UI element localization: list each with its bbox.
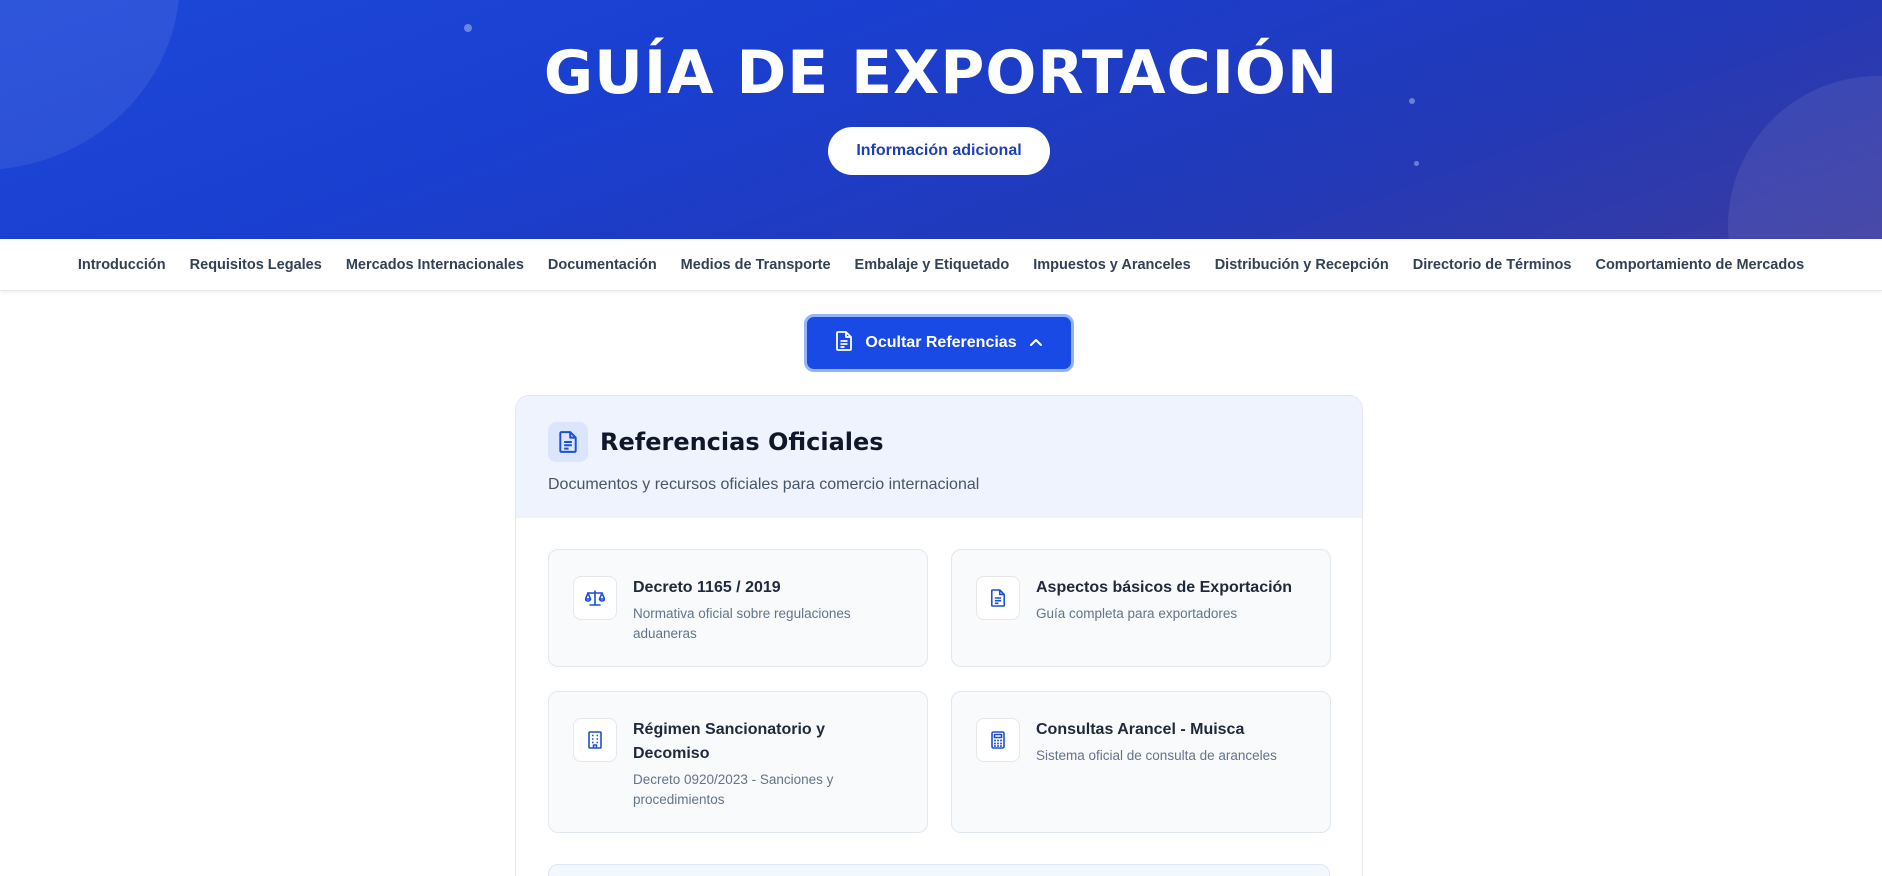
additional-info-button[interactable]: Información adicional <box>828 127 1050 175</box>
reference-title: Decreto 1165 / 2019 <box>633 579 781 596</box>
page-title: GUÍA DE EXPORTACIÓN <box>543 38 1339 108</box>
reference-title: Aspectos básicos de Exportación <box>1036 579 1293 596</box>
reference-title: Régimen Sancionatorio y Decomiso <box>633 721 826 762</box>
toggle-label: Ocultar Referencias <box>865 334 1017 351</box>
nav-item-requisitos-legales[interactable]: Requisitos Legales <box>190 257 322 273</box>
nav-item-documentacion[interactable]: Documentación <box>548 257 657 273</box>
reference-description: Normativa oficial sobre regulaciones adu… <box>633 606 851 641</box>
nav-item-medios-transporte[interactable]: Medios de Transporte <box>681 257 831 273</box>
main-nav: Introducción Requisitos Legales Mercados… <box>0 239 1882 291</box>
chevron-up-icon <box>1029 334 1043 352</box>
references-header: Referencias Oficiales Documentos y recur… <box>516 396 1362 518</box>
scale-icon <box>573 576 617 620</box>
decorative-dot <box>464 24 472 32</box>
nav-item-mercados-internacionales[interactable]: Mercados Internacionales <box>346 257 524 273</box>
nav-item-comportamiento-mercados[interactable]: Comportamiento de Mercados <box>1595 257 1804 273</box>
nav-item-embalaje-etiquetado[interactable]: Embalaje y Etiquetado <box>855 257 1010 273</box>
next-section-edge <box>548 864 1330 876</box>
nav-item-distribucion-recepcion[interactable]: Distribución y Recepción <box>1215 257 1389 273</box>
references-title: Referencias Oficiales <box>600 428 884 456</box>
decorative-dot <box>1414 161 1419 166</box>
toggle-references-button[interactable]: Ocultar Referencias <box>804 314 1074 372</box>
calculator-icon <box>976 718 1020 762</box>
reference-card-decreto-1165[interactable]: Decreto 1165 / 2019 Normativa oficial so… <box>548 549 928 667</box>
nav-item-directorio-terminos[interactable]: Directorio de Términos <box>1413 257 1572 273</box>
reference-card-aspectos-basicos[interactable]: Aspectos básicos de Exportación Guía com… <box>951 549 1331 667</box>
building-icon <box>573 718 617 762</box>
reference-title: Consultas Arancel - Muisca <box>1036 721 1245 738</box>
hero-banner: GUÍA DE EXPORTACIÓN Información adiciona… <box>0 0 1882 239</box>
reference-description: Sistema oficial de consulta de aranceles <box>1036 748 1277 763</box>
reference-card-regimen-sancionatorio[interactable]: Régimen Sancionatorio y Decomiso Decreto… <box>548 691 928 833</box>
document-icon <box>835 330 853 356</box>
reference-description: Decreto 0920/2023 - Sanciones y procedim… <box>633 772 834 807</box>
document-icon <box>548 422 588 462</box>
reference-description: Guía completa para exportadores <box>1036 606 1238 621</box>
references-subtitle: Documentos y recursos oficiales para com… <box>548 476 980 493</box>
document-icon <box>976 576 1020 620</box>
nav-item-introduccion[interactable]: Introducción <box>78 257 166 273</box>
nav-item-impuestos-aranceles[interactable]: Impuestos y Aranceles <box>1033 257 1190 273</box>
reference-card-consultas-arancel[interactable]: Consultas Arancel - Muisca Sistema ofici… <box>951 691 1331 833</box>
